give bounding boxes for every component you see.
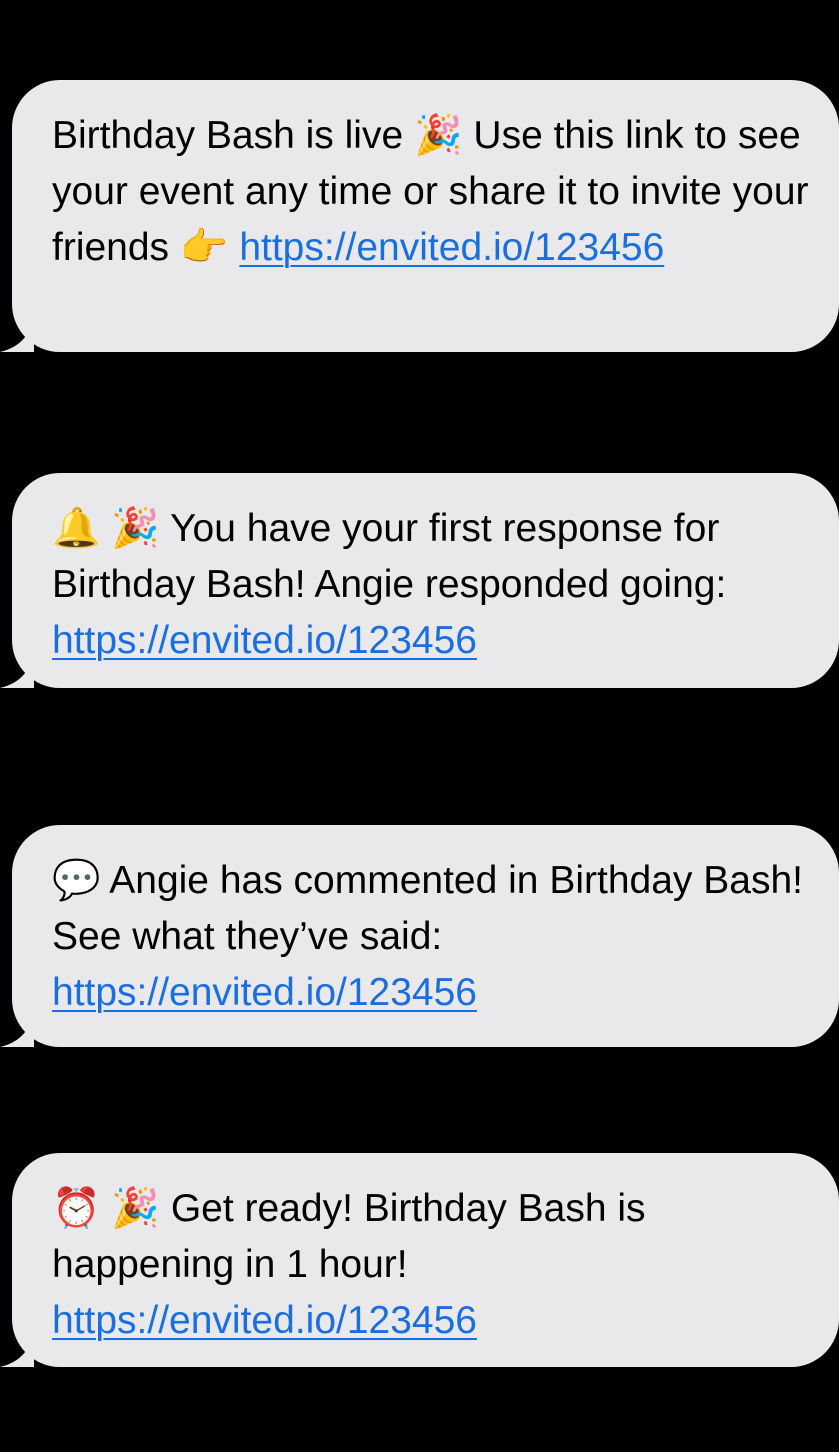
party-popper-icon: 🎉: [414, 113, 463, 158]
event-link[interactable]: https://envited.io/123456: [52, 619, 477, 662]
pointing-right-icon: 👉: [179, 225, 229, 270]
event-link[interactable]: https://envited.io/123456: [52, 971, 477, 1014]
message-bubble-comment: 💬 Angie has commented in Birthday Bash! …: [0, 825, 839, 1047]
message-text: Angie has commented in Birthday Bash! Se…: [52, 859, 803, 958]
event-link[interactable]: https://envited.io/123456: [239, 226, 664, 269]
bell-icon: 🔔: [52, 506, 101, 551]
bubble-tail: [0, 654, 34, 688]
speech-bubble-icon: 💬: [52, 858, 101, 903]
bubble-tail: [0, 1333, 34, 1367]
alarm-clock-icon: ⏰: [52, 1186, 101, 1231]
event-link[interactable]: https://envited.io/123456: [52, 1299, 477, 1342]
party-popper-icon: 🎉: [111, 506, 160, 551]
bubble-tail: [0, 318, 34, 352]
message-bubble-first-response: 🔔 🎉 You have your first response for Bir…: [0, 473, 839, 688]
message-bubble-reminder: ⏰ 🎉 Get ready! Birthday Bash is happenin…: [0, 1153, 839, 1367]
message-bubble-event-live: Birthday Bash is live 🎉 Use this link to…: [0, 80, 839, 352]
bubble-tail: [0, 1013, 34, 1047]
party-popper-icon: 🎉: [111, 1186, 160, 1231]
message-text: Birthday Bash is live: [52, 114, 414, 157]
